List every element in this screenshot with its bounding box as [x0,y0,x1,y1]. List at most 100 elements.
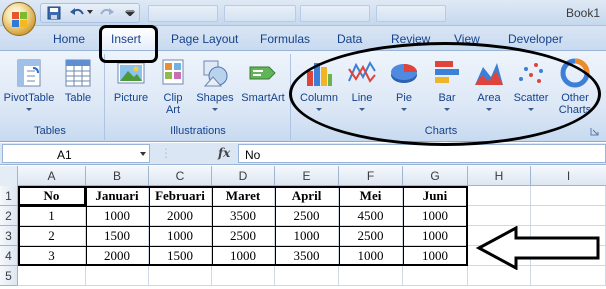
tab-review[interactable]: Review [391,32,430,46]
column-header-i[interactable]: I [531,166,606,186]
cell-g1[interactable]: Juni [403,186,468,206]
cell-b2[interactable]: 1000 [86,206,149,226]
dialog-launcher-icon[interactable] [590,127,599,136]
table-button[interactable]: Table [58,51,98,123]
chevron-down-icon [444,108,450,111]
cell-d3[interactable]: 2500 [212,226,275,246]
line-chart-button[interactable]: Line [342,51,382,123]
row-header-5[interactable]: 5 [0,266,18,286]
tab-view[interactable]: View [454,32,480,46]
cell-e4[interactable]: 3500 [275,246,339,266]
cell-d5[interactable] [212,266,275,286]
row-header-1[interactable]: 1 [0,186,18,206]
cell-b3[interactable]: 1500 [86,226,149,246]
cell-h1[interactable] [468,186,531,206]
cell-a5[interactable] [18,266,86,286]
smartart-icon [249,66,276,80]
column-header-a[interactable]: A [18,166,86,186]
cell-g3[interactable]: 1000 [403,226,468,246]
column-label: Column [300,92,338,104]
formula-input[interactable]: No [238,144,606,163]
shapes-icon [203,60,228,87]
cell-b1[interactable]: Januari [86,186,149,206]
cell-a1[interactable]: No [18,186,86,206]
cell-c5[interactable] [149,266,212,286]
column-header-d[interactable]: D [212,166,275,186]
cell-g4[interactable]: 1000 [403,246,468,266]
cell-g2[interactable]: 1000 [403,206,468,226]
table-label: Table [64,92,92,104]
scatter-chart-button[interactable]: Scatter [510,51,552,123]
column-header-e[interactable]: E [275,166,339,186]
clip-art-button[interactable]: Clip Art [154,51,192,123]
select-all-corner[interactable] [0,166,18,186]
column-chart-icon [307,63,332,86]
column-header-b[interactable]: B [86,166,149,186]
cell-c3[interactable]: 1000 [149,226,212,246]
column-header-f[interactable]: F [339,166,403,186]
undo-dropdown-icon[interactable] [87,10,93,15]
cell-i2[interactable] [531,206,606,226]
pivottable-label: PivotTable [3,92,55,104]
tab-home[interactable]: Home [53,32,85,46]
tab-developer[interactable]: Developer [508,32,563,46]
cell-h2[interactable] [468,206,531,226]
other-charts-button[interactable]: Other Charts [552,51,598,123]
save-icon[interactable] [47,6,61,20]
undo-icon[interactable] [69,6,85,20]
cell-b4[interactable]: 2000 [86,246,149,266]
cell-a4[interactable]: 3 [18,246,86,266]
cell-i1[interactable] [531,186,606,206]
shapes-button[interactable]: Shapes [192,51,238,123]
tab-data[interactable]: Data [337,32,362,46]
chevron-down-icon [528,108,534,111]
cell-d2[interactable]: 3500 [212,206,275,226]
column-chart-button[interactable]: Column [296,51,342,123]
column-header-g[interactable]: G [403,166,468,186]
cell-e1[interactable]: April [275,186,339,206]
column-header-c[interactable]: C [149,166,212,186]
pie-chart-icon [391,64,417,83]
customize-qat-icon[interactable] [125,10,135,16]
office-button[interactable] [2,2,36,36]
pivottable-button[interactable]: PivotTable [0,51,58,123]
area-chart-icon [475,63,503,85]
cell-d4[interactable]: 1000 [212,246,275,266]
cell-a2[interactable]: 1 [18,206,86,226]
redo-icon[interactable] [99,6,115,20]
chevron-down-icon[interactable] [140,152,146,156]
cell-f2[interactable]: 4500 [339,206,403,226]
cell-f1[interactable]: Mei [339,186,403,206]
tab-formulas[interactable]: Formulas [260,32,310,46]
row-header-3[interactable]: 3 [0,226,18,246]
cell-c1[interactable]: Februari [149,186,212,206]
cell-d1[interactable]: Maret [212,186,275,206]
cell-f5[interactable] [339,266,403,286]
group-separator [104,54,105,140]
cell-e2[interactable]: 2500 [275,206,339,226]
bar-chart-button[interactable]: Bar [426,51,468,123]
row-header-2[interactable]: 2 [0,206,18,226]
cell-g5[interactable] [403,266,468,286]
cell-c2[interactable]: 2000 [149,206,212,226]
cell-e3[interactable]: 1000 [275,226,339,246]
picture-button[interactable]: Picture [108,51,154,123]
cell-f4[interactable]: 1000 [339,246,403,266]
area-chart-button[interactable]: Area [468,51,510,123]
column-header-h[interactable]: H [468,166,531,186]
cell-a3[interactable]: 2 [18,226,86,246]
insert-function-icon[interactable]: fx [218,146,230,160]
cell-c4[interactable]: 1500 [149,246,212,266]
line-chart-icon [348,60,376,83]
smartart-button[interactable]: SmartArt [238,51,288,123]
tab-page-layout[interactable]: Page Layout [171,32,238,46]
name-box[interactable]: A1 [2,144,150,163]
tab-insert[interactable]: Insert [111,32,141,46]
cell-b5[interactable] [86,266,149,286]
cell-f3[interactable]: 2500 [339,226,403,246]
cell-e5[interactable] [275,266,339,286]
row-header-4[interactable]: 4 [0,246,18,266]
clip-art-icon [162,59,184,85]
pie-chart-button[interactable]: Pie [382,51,426,123]
group-label-tables: Tables [34,125,66,137]
